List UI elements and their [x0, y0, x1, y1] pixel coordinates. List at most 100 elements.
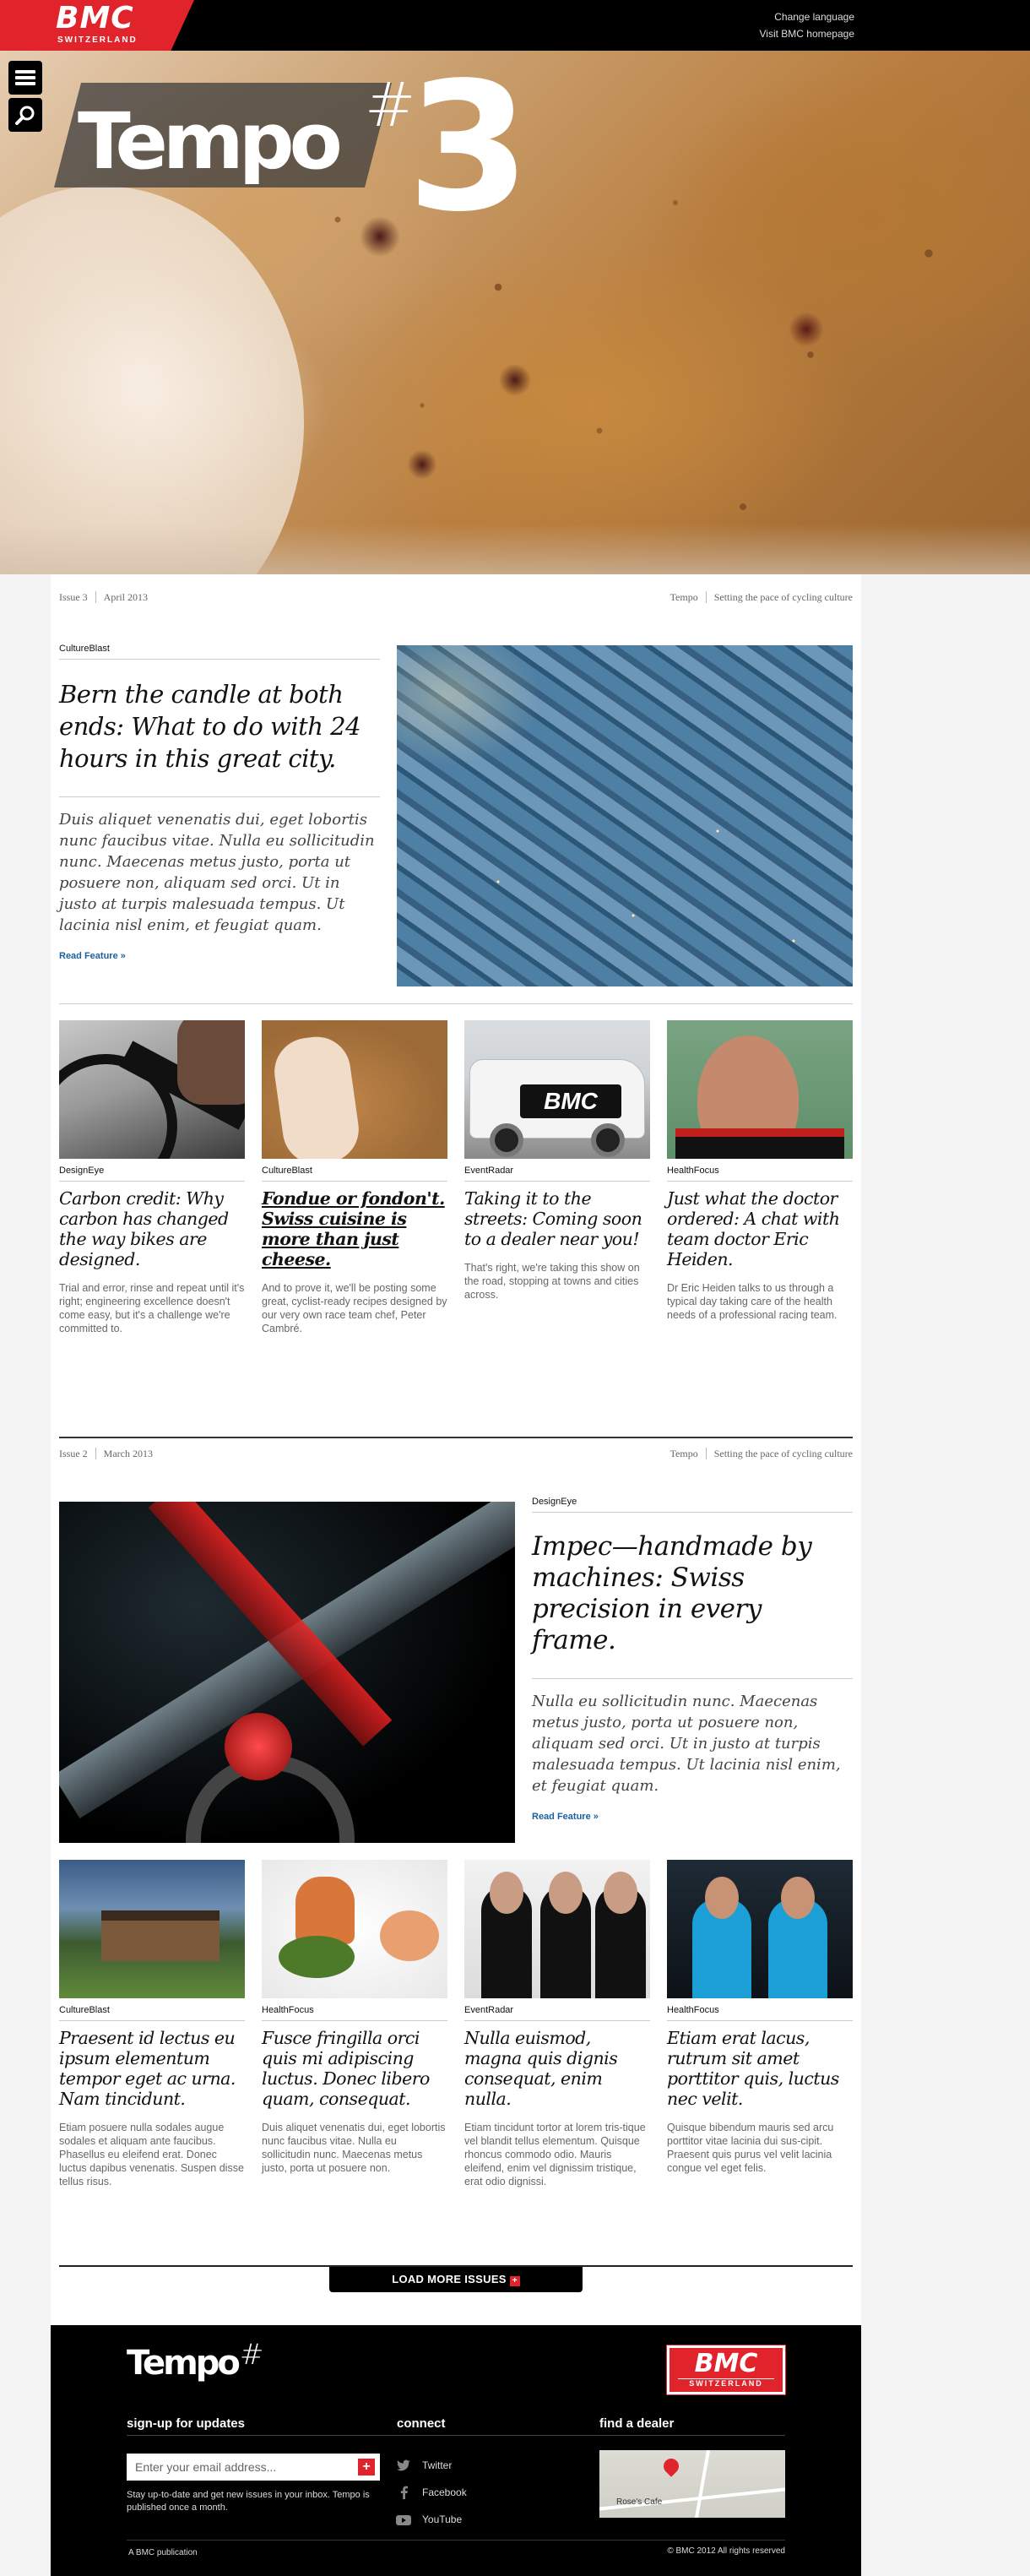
divider [59, 659, 380, 660]
issue-date: March 2013 [103, 1448, 153, 1459]
divider [59, 1003, 853, 1004]
divider [464, 1181, 650, 1182]
hamburger-icon[interactable] [8, 61, 42, 95]
facebook-label: Facebook [422, 2486, 467, 2498]
article-summary: And to prove it, we'll be posting some g… [262, 1282, 447, 1334]
feature-dek: Duis aliquet venenatis dui, eget loborti… [59, 811, 375, 934]
feature-article: DesignEye Impec—handmade by machines: Sw… [532, 1497, 853, 1822]
copyright: © BMC 2012 All rights reserved [667, 2546, 785, 2556]
bmc-car-logo: BMC [520, 1084, 621, 1118]
issue-label: Issue 2 [59, 1448, 88, 1459]
feature-image-city[interactable] [397, 645, 853, 986]
article-image[interactable] [59, 1020, 245, 1159]
article-headline[interactable]: Taking it to the streets: Coming soon to… [464, 1188, 650, 1249]
divider [532, 1678, 853, 1679]
category-label[interactable]: HealthFocus [667, 1166, 853, 1176]
article-card: EventRadar Nulla euismod, magna quis dig… [464, 1860, 650, 2188]
article-headline[interactable]: Fondue or fondon't. Swiss cuisine is mor… [262, 1188, 447, 1269]
load-more-button[interactable]: LOAD MORE ISSUES + [329, 2267, 583, 2292]
side-icons [8, 61, 42, 135]
category-label[interactable]: HealthFocus [667, 2005, 853, 2015]
article-summary: Quisque bibendum mauris sed arcu porttit… [667, 2122, 834, 2174]
read-feature-link[interactable]: Read Feature » [59, 951, 380, 961]
divider [667, 1181, 853, 1182]
article-card: HealthFocus Fusce fringilla orci quis mi… [262, 1860, 447, 2175]
article-image[interactable] [667, 1860, 853, 1998]
bmc-homepage-link[interactable]: Visit BMC homepage [760, 25, 855, 42]
divider [464, 2020, 650, 2021]
category-label[interactable]: CultureBlast [59, 2005, 245, 2015]
divider [59, 1437, 853, 1438]
issue-date: April 2013 [103, 591, 149, 603]
article-card: DesignEye Carbon credit: Why carbon has … [59, 1020, 245, 1335]
masthead-title: Tempo [78, 96, 343, 187]
feature-image-frame[interactable] [59, 1502, 515, 1843]
feature-article: CultureBlast Bern the candle at both end… [59, 644, 380, 961]
twitter-link[interactable]: Twitter [395, 2457, 452, 2474]
footer-tempo-logo[interactable]: Tempo# [127, 2338, 263, 2383]
divider [532, 1512, 853, 1513]
bmc-logo[interactable]: BMC SWITZERLAND [0, 0, 194, 51]
divider [59, 2020, 245, 2021]
map-label: Rose's Cafe [616, 2497, 663, 2507]
article-image[interactable] [262, 1020, 447, 1159]
divider [262, 1181, 447, 1182]
facebook-link[interactable]: Facebook [395, 2484, 467, 2501]
dealer-map[interactable]: Rose's Cafe [599, 2450, 785, 2518]
article-summary: Etiam posuere nulla sodales augue sodale… [59, 2122, 244, 2187]
youtube-link[interactable]: YouTube [395, 2511, 462, 2528]
article-card: CultureBlast Praesent id lectus eu ipsum… [59, 1860, 245, 2188]
divider [59, 1181, 245, 1182]
top-links: Change language Visit BMC homepage [760, 8, 855, 42]
article-image[interactable] [464, 1860, 650, 1998]
connect-title: connect [397, 2416, 446, 2431]
feature-headline[interactable]: Bern the candle at both ends: What to do… [59, 678, 380, 774]
bmc-wordmark: BMC [694, 2349, 758, 2378]
article-image[interactable]: BMC [464, 1020, 650, 1159]
article-summary: Dr Eric Heiden talks to us through a typ… [667, 1282, 838, 1321]
article-image[interactable] [262, 1860, 447, 1998]
tagline: Setting the pace of cycling culture [713, 591, 853, 603]
category-label[interactable]: DesignEye [532, 1497, 853, 1507]
article-card: BMC EventRadar Taking it to the streets:… [464, 1020, 650, 1302]
top-bar: BMC SWITZERLAND Change language Visit BM… [0, 0, 1030, 51]
facebook-icon [395, 2484, 412, 2501]
category-label[interactable]: DesignEye [59, 1166, 245, 1176]
email-input[interactable] [127, 2454, 346, 2481]
email-submit-button[interactable]: + [358, 2459, 375, 2475]
category-label[interactable]: EventRadar [464, 2005, 650, 2015]
article-headline[interactable]: Fusce fringilla orci quis mi adipiscing … [262, 2028, 447, 2109]
youtube-icon [395, 2511, 412, 2528]
footer-bmc-logo[interactable]: BMC SWITZERLAND [666, 2345, 786, 2395]
article-summary: That's right, we're taking this show on … [464, 1262, 640, 1301]
article-summary: Trial and error, rinse and repeat until … [59, 1282, 245, 1334]
article-headline[interactable]: Carbon credit: Why carbon has changed th… [59, 1188, 245, 1269]
footer-logo-text: Tempo [127, 2344, 241, 2383]
category-label[interactable]: CultureBlast [59, 644, 380, 654]
article-headline[interactable]: Just what the doctor ordered: A chat wit… [667, 1188, 853, 1269]
article-headline[interactable]: Praesent id lectus eu ipsum elementum te… [59, 2028, 245, 2109]
article-summary: Duis aliquet venenatis dui, eget loborti… [262, 2122, 446, 2174]
article-image[interactable] [59, 1860, 245, 1998]
map-pin-icon [660, 2455, 682, 2477]
article-card: HealthFocus Etiam erat lacus, rutrum sit… [667, 1860, 853, 2175]
article-card: CultureBlast Fondue or fondon't. Swiss c… [262, 1020, 447, 1335]
find-dealer-title: find a dealer [599, 2416, 675, 2431]
category-label[interactable]: CultureBlast [262, 1166, 447, 1176]
article-headline[interactable]: Nulla euismod, magna quis dignis consequ… [464, 2028, 650, 2109]
category-label[interactable]: EventRadar [464, 1166, 650, 1176]
category-label[interactable]: HealthFocus [262, 2005, 447, 2015]
change-language-link[interactable]: Change language [760, 8, 854, 25]
twitter-label: Twitter [422, 2459, 453, 2471]
youtube-label: YouTube [422, 2514, 463, 2525]
footer: Tempo# BMC SWITZERLAND sign-up for updat… [51, 2325, 861, 2576]
signup-title: sign-up for updates [127, 2416, 245, 2431]
article-headline[interactable]: Etiam erat lacus, rutrum sit amet portti… [667, 2028, 853, 2109]
bmc-wordmark: BMC [56, 1, 134, 35]
divider [127, 2540, 785, 2541]
feature-headline[interactable]: Impec—handmade by machines: Swiss precis… [532, 1531, 853, 1656]
email-signup: + [127, 2454, 380, 2481]
read-feature-link[interactable]: Read Feature » [532, 1812, 853, 1822]
search-icon[interactable] [8, 98, 42, 132]
article-image[interactable] [667, 1020, 853, 1159]
